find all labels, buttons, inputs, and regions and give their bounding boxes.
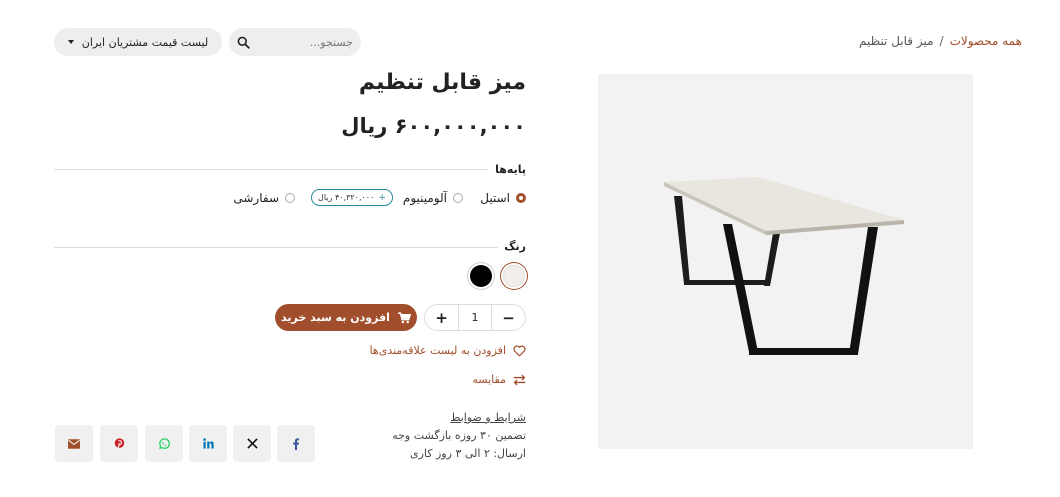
exchange-icon [513, 374, 526, 385]
wishlist-label: افزودن به لیست علاقه‌مندی‌ها [369, 344, 506, 357]
extra-price-badge: + ۴۰,۳۲۰,۰۰۰ ریال [311, 189, 393, 206]
legs-divider [54, 169, 488, 170]
extra-price-value: ۴۰,۳۲۰,۰۰۰ ریال [318, 193, 375, 202]
legs-option-custom[interactable]: سفارشی [233, 191, 295, 205]
table-illustration [664, 177, 904, 355]
share-email-button[interactable] [55, 425, 93, 462]
minus-icon: − [502, 308, 515, 327]
color-label: رنگ [504, 240, 526, 253]
cart-icon [397, 311, 411, 323]
color-swatch-white[interactable] [503, 265, 525, 287]
pricelist-label: لیست قیمت مشتریان ایران [81, 35, 209, 49]
heart-icon [513, 345, 526, 356]
breadcrumb-current: میز قابل تنظیم [858, 34, 934, 48]
share-linkedin-button[interactable] [189, 425, 227, 462]
share-whatsapp-button[interactable] [145, 425, 183, 462]
email-icon [68, 438, 80, 449]
shipping-text: ارسال: ۲ الی ۳ روز کاری [409, 447, 526, 460]
quantity-input[interactable] [458, 305, 492, 330]
color-divider [54, 247, 498, 248]
breadcrumb-separator: / [939, 34, 944, 48]
compare-link[interactable]: مقایسه [472, 373, 526, 386]
facebook-icon [293, 437, 300, 450]
quantity-decrease-button[interactable]: − [492, 305, 525, 330]
whatsapp-icon [159, 437, 170, 449]
compare-label: مقایسه [472, 373, 506, 386]
share-pinterest-button[interactable] [100, 425, 138, 462]
product-image [598, 74, 973, 449]
guarantee-text: تضمین ۳۰ روزه بازگشت وجه [392, 429, 526, 442]
x-icon [246, 438, 258, 449]
legs-option-label: آلومینیوم [402, 191, 447, 205]
radio-checked-icon [516, 193, 526, 203]
radio-icon [453, 193, 463, 203]
share-facebook-button[interactable] [277, 425, 315, 462]
product-title: میز قابل تنظیم [358, 70, 526, 95]
search-button[interactable] [229, 28, 257, 56]
terms-link[interactable]: شرایط و ضوابط [450, 411, 526, 424]
quantity-increase-button[interactable]: + [425, 305, 458, 330]
add-to-cart-label: افزودن به سبد خرید [281, 311, 390, 324]
caret-down-icon [67, 40, 74, 44]
legs-option-label: استیل [480, 191, 510, 205]
legs-option-steel[interactable]: استیل [480, 191, 526, 205]
plus-icon: + [435, 308, 448, 327]
linkedin-icon [202, 438, 214, 449]
legs-option-aluminium[interactable]: آلومینیوم [403, 191, 463, 205]
wishlist-link[interactable]: افزودن به لیست علاقه‌مندی‌ها [370, 344, 526, 357]
add-to-cart-button[interactable]: افزودن به سبد خرید [275, 304, 417, 331]
legs-option-label: سفارشی [233, 191, 279, 205]
legs-label: پایه‌ها [495, 163, 526, 176]
search-icon [237, 36, 250, 49]
plus-sign: + [378, 192, 386, 203]
product-price: ۶۰۰,۰۰۰,۰۰۰ ریال [341, 114, 526, 138]
breadcrumb-all-products[interactable]: همه محصولات [950, 34, 1022, 48]
radio-icon [285, 193, 295, 203]
color-swatch-black[interactable] [470, 265, 492, 287]
pricelist-dropdown[interactable]: لیست قیمت مشتریان ایران [54, 28, 222, 56]
search-box [229, 28, 361, 56]
pinterest-icon [114, 437, 124, 448]
share-x-button[interactable] [233, 425, 271, 462]
breadcrumb: همه محصولات / میز قابل تنظیم [859, 34, 1022, 48]
search-input[interactable] [257, 30, 361, 54]
quantity-stepper: + − [424, 304, 526, 331]
